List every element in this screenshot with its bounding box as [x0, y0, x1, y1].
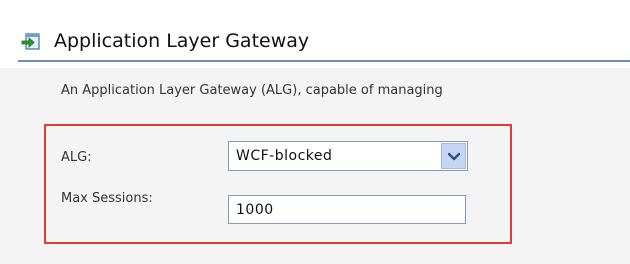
- arrow-into-box-icon: [20, 30, 42, 52]
- max-sessions-value: 1000: [236, 202, 274, 218]
- alg-select[interactable]: WCF-blocked: [228, 141, 468, 171]
- section-header: Application Layer Gateway: [0, 0, 630, 68]
- page-title: Application Layer Gateway: [54, 30, 310, 52]
- max-sessions-label: Max Sessions:: [61, 191, 153, 206]
- section-description: An Application Layer Gateway (ALG), capa…: [61, 83, 443, 98]
- alg-label: ALG:: [61, 150, 92, 165]
- alg-settings-panel: Application Layer Gateway An Application…: [0, 0, 630, 264]
- header-divider: [18, 60, 630, 62]
- chevron-down-icon: [448, 152, 460, 161]
- alg-select-value: WCF-blocked: [236, 148, 333, 164]
- max-sessions-input[interactable]: 1000: [228, 195, 466, 224]
- alg-dropdown-button[interactable]: [441, 143, 466, 169]
